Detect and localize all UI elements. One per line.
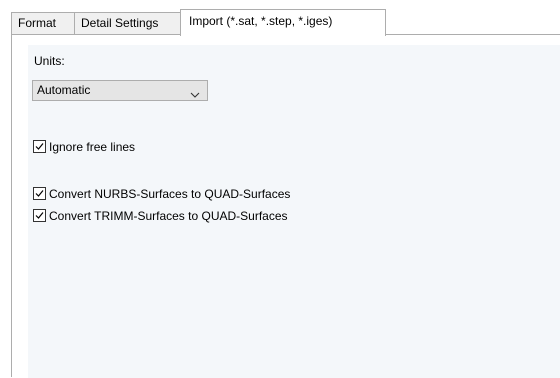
tab-import[interactable]: Import (*.sat, *.step, *.iges) (180, 9, 386, 36)
units-dropdown-value: Automatic (37, 83, 91, 97)
import-settings-panel: Units: Automatic Ignore free lines Conve… (11, 34, 560, 378)
ignore-free-lines-label: Ignore free lines (49, 140, 136, 154)
checkmark-icon (35, 143, 44, 150)
import-settings-content: Units: Automatic Ignore free lines Conve… (28, 45, 560, 378)
ignore-free-lines-checkbox[interactable] (33, 140, 46, 153)
tab-format[interactable]: Format (11, 12, 75, 34)
chevron-down-icon (190, 86, 200, 98)
units-dropdown[interactable]: Automatic (32, 80, 208, 101)
convert-trimm-checkbox[interactable] (33, 209, 46, 222)
units-label: Units: (34, 54, 65, 68)
tab-import-label: Import (*.sat, *.step, *.iges) (189, 14, 333, 28)
tab-strip: Format Detail Settings Import (*.sat, *.… (11, 9, 560, 36)
checkmark-icon (35, 212, 44, 219)
tab-detail-settings[interactable]: Detail Settings (74, 12, 181, 34)
tab-detail-settings-label: Detail Settings (81, 16, 159, 30)
convert-nurbs-checkbox[interactable] (33, 187, 46, 200)
tab-format-label: Format (18, 16, 57, 30)
convert-nurbs-label: Convert NURBS-Surfaces to QUAD-Surfaces (49, 187, 291, 201)
convert-trimm-label: Convert TRIMM-Surfaces to QUAD-Surfaces (49, 209, 288, 223)
checkmark-icon (35, 190, 44, 197)
